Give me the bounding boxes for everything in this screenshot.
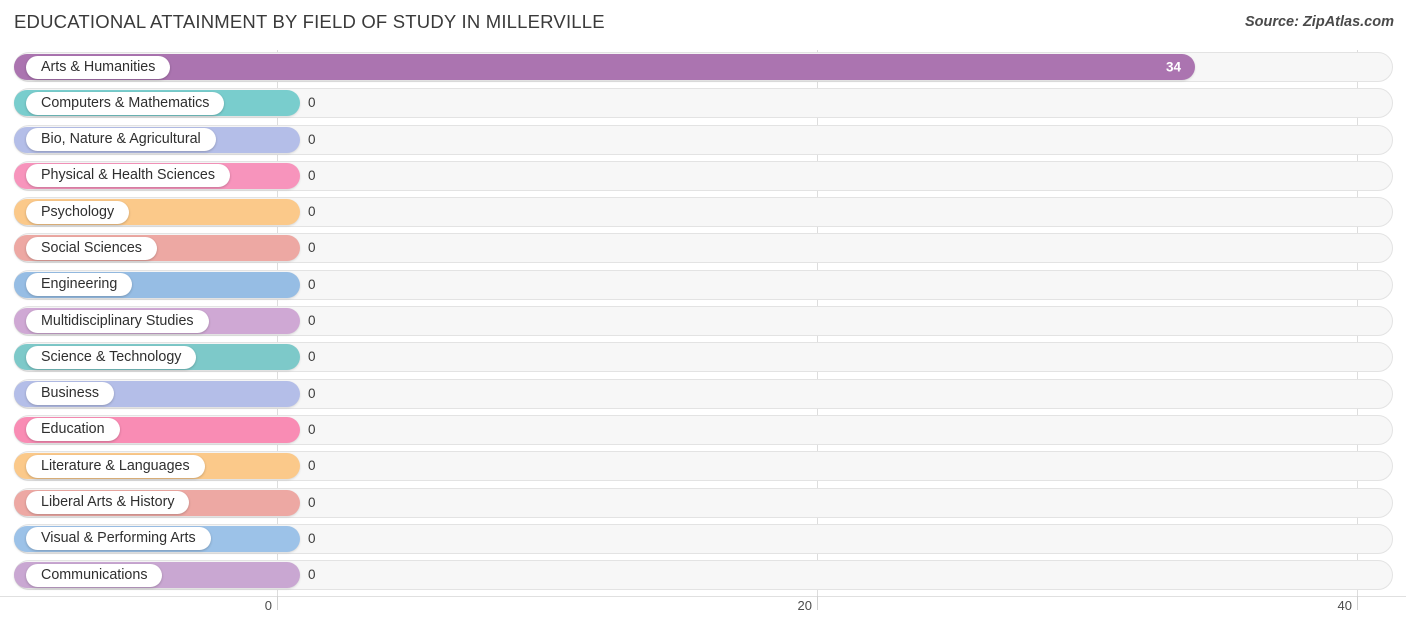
bar-value-label: 0 <box>308 421 316 437</box>
bar-value-label: 0 <box>308 458 316 474</box>
bar-value-label: 0 <box>308 385 316 401</box>
page-title: EDUCATIONAL ATTAINMENT BY FIELD OF STUDY… <box>14 11 605 32</box>
tick-label: 40 <box>1337 598 1352 613</box>
bar-row[interactable]: 34 Arts & Humanities <box>0 50 1406 86</box>
tick-label: 0 <box>264 598 272 613</box>
category-label[interactable]: Multidisciplinary Studies <box>26 309 209 333</box>
bar-value-label: 0 <box>308 530 316 546</box>
category-label[interactable]: Psychology <box>26 200 130 224</box>
chart-page: EDUCATIONAL ATTAINMENT BY FIELD OF STUDY… <box>0 0 1406 631</box>
category-label[interactable]: Social Sciences <box>26 236 157 260</box>
bar-row[interactable]: 0 Science & Technology <box>0 340 1406 376</box>
bar-value-label: 0 <box>308 494 316 510</box>
bar-row[interactable]: 0 Psychology <box>0 195 1406 231</box>
x-axis: 0 20 40 <box>0 596 1406 631</box>
axis-line <box>0 596 1406 597</box>
category-label[interactable]: Arts & Humanities <box>26 55 171 79</box>
tick-mark <box>1357 596 1358 610</box>
bar-row[interactable]: 0 Physical & Health Sciences <box>0 159 1406 195</box>
bar-row[interactable]: 0 Education <box>0 413 1406 449</box>
category-label[interactable]: Business <box>26 382 115 406</box>
bar-value-label: 0 <box>308 204 316 220</box>
category-label[interactable]: Science & Technology <box>26 345 197 369</box>
bar-row[interactable]: 0 Multidisciplinary Studies <box>0 304 1406 340</box>
bar-value-label: 0 <box>308 276 316 292</box>
bar-value-label: 0 <box>308 167 316 183</box>
category-label[interactable]: Visual & Performing Arts <box>26 527 211 551</box>
bar-value-label: 34 <box>1165 59 1181 75</box>
bar-value-label: 0 <box>308 313 316 329</box>
bar-value-label: 0 <box>308 95 316 111</box>
bar-row[interactable]: 0 Literature & Languages <box>0 449 1406 485</box>
bar-row[interactable]: 0 Liberal Arts & History <box>0 486 1406 522</box>
bar-value-label: 0 <box>308 567 316 583</box>
category-label[interactable]: Education <box>26 418 120 442</box>
category-label[interactable]: Communications <box>26 563 163 587</box>
tick-mark <box>277 596 278 610</box>
tick-mark <box>817 596 818 610</box>
bar-value-label: 0 <box>308 349 316 365</box>
tick-label: 20 <box>797 598 812 613</box>
bar-rows: 34 Arts & Humanities 0 Computers & Mathemat… <box>0 50 1406 594</box>
bar-row[interactable]: 0 Communications <box>0 558 1406 594</box>
bar-row[interactable]: 0 Engineering <box>0 268 1406 304</box>
bar-value-label: 0 <box>308 131 316 147</box>
plot-area: 34 Arts & Humanities 0 Computers & Mathemat… <box>0 50 1406 596</box>
category-label[interactable]: Literature & Languages <box>26 454 205 478</box>
bar-row[interactable]: 0 Business <box>0 377 1406 413</box>
bar-row[interactable]: 0 Bio, Nature & Agricultural <box>0 123 1406 159</box>
bar[interactable]: 34 <box>14 54 1195 80</box>
bar-row[interactable]: 0 Visual & Performing Arts <box>0 522 1406 558</box>
category-label[interactable]: Liberal Arts & History <box>26 491 190 515</box>
category-label[interactable]: Bio, Nature & Agricultural <box>26 128 216 152</box>
source-attribution: Source: ZipAtlas.com <box>1244 14 1394 30</box>
category-label[interactable]: Physical & Health Sciences <box>26 164 231 188</box>
category-label[interactable]: Computers & Mathematics <box>26 91 225 115</box>
bar-row[interactable]: 0 Social Sciences <box>0 231 1406 267</box>
bar-value-label: 0 <box>308 240 316 256</box>
category-label[interactable]: Engineering <box>26 273 133 297</box>
bar-row[interactable]: 0 Computers & Mathematics <box>0 86 1406 122</box>
